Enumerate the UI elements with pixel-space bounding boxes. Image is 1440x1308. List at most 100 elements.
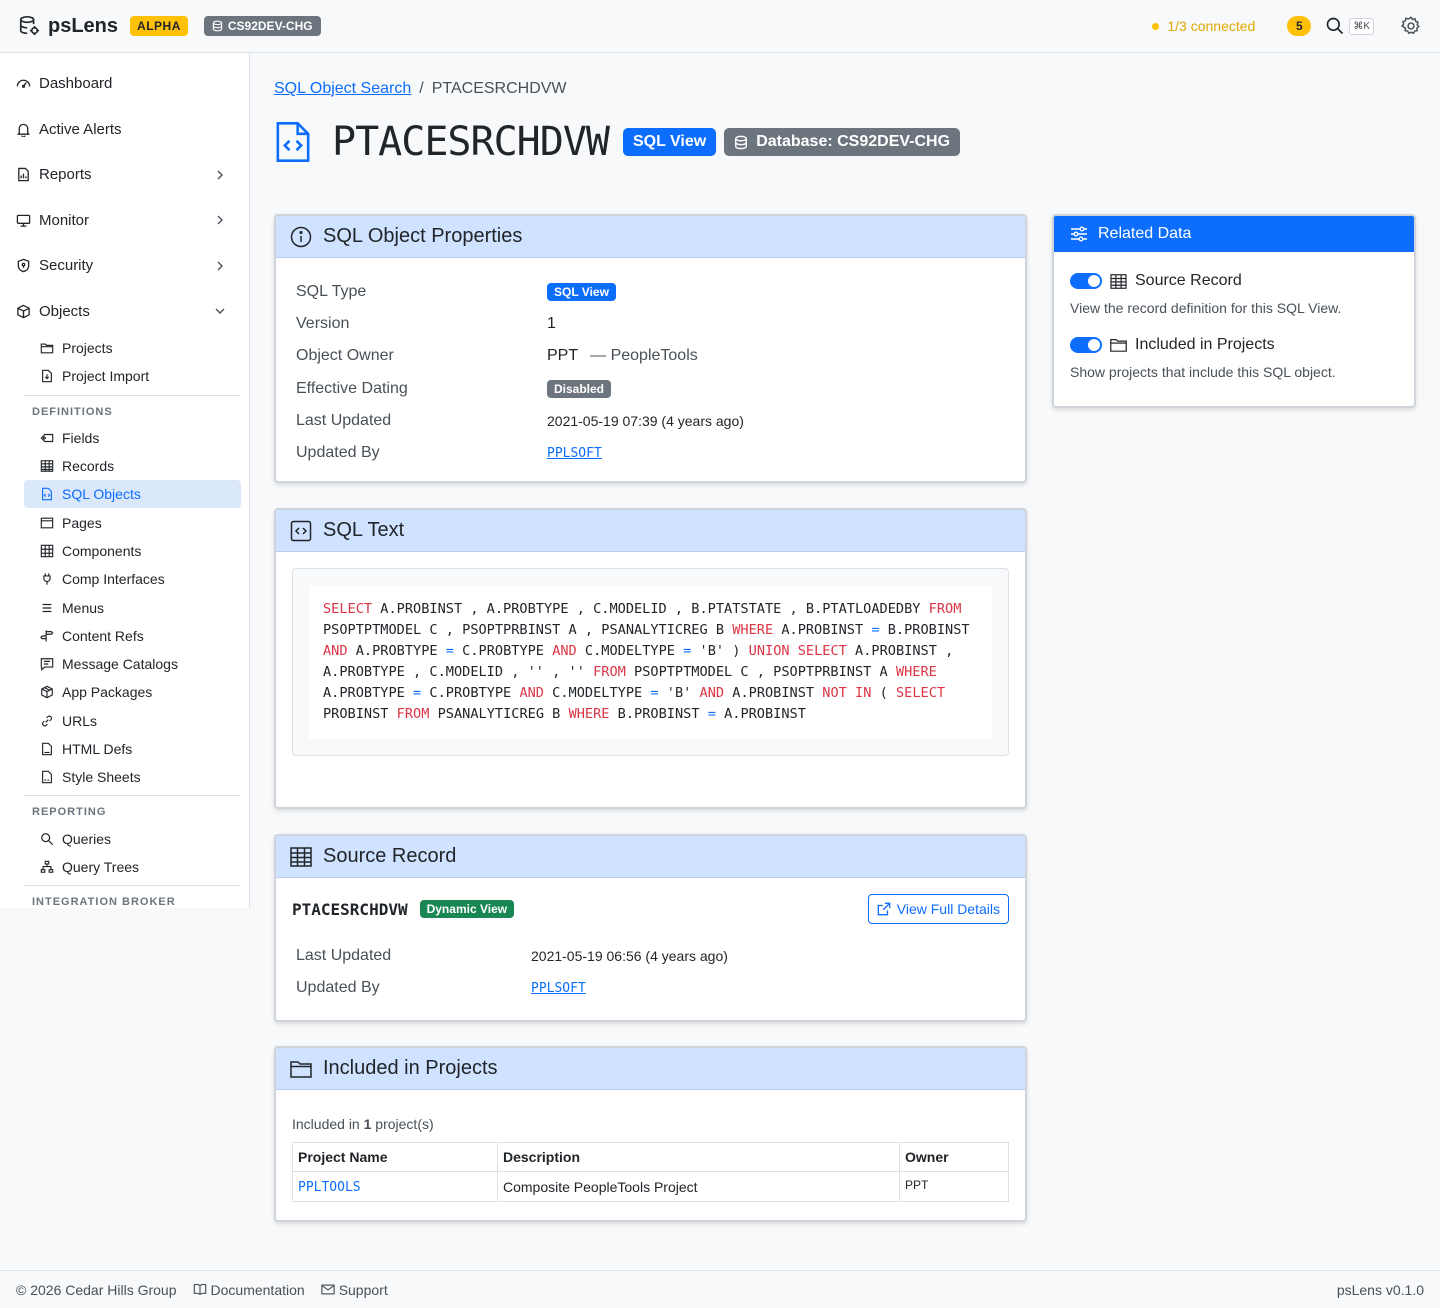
sidebar-item-records[interactable]: Records: [8, 452, 241, 480]
sidebar-item-style-sheets[interactable]: Style Sheets: [8, 763, 241, 791]
copyright: © 2026 Cedar Hills Group: [16, 1281, 177, 1298]
section-heading-integration-broker: INTEGRATION BROKER: [24, 885, 240, 914]
sidebar-item-comp-interfaces[interactable]: Comp Interfaces: [8, 565, 241, 593]
project-link[interactable]: PPLTOOLS: [298, 1180, 361, 1195]
property-label: Updated By: [296, 444, 380, 462]
sql-text-token: [790, 643, 798, 659]
related-item-source-record: Source Record View the record definition…: [1054, 252, 1414, 316]
sidebar-item-app-packages[interactable]: App Packages: [8, 678, 241, 706]
updated-by-link[interactable]: PPLSOFT: [531, 981, 586, 996]
support-link[interactable]: Support: [320, 1282, 388, 1298]
sidebar-item-label: Records: [62, 458, 115, 475]
sidebar-item-sql-objects[interactable]: SQL Objects: [24, 480, 241, 509]
file-css-icon: [42, 771, 52, 784]
breadcrumb: SQL Object Search / PTACESRCHDVW: [274, 80, 567, 98]
database-icon: [212, 20, 223, 32]
sidebar-item-html-defs[interactable]: HTML Defs: [8, 735, 241, 763]
sidebar-item-fields[interactable]: Fields: [8, 424, 241, 452]
connection-text: 1/3 connected: [1167, 18, 1256, 34]
notification-count-badge[interactable]: 5: [1287, 16, 1312, 36]
folder-icon: [40, 343, 54, 354]
sql-text-token: B.PROBINST: [609, 706, 708, 722]
search-button[interactable]: ⌘K: [1325, 16, 1374, 36]
sidebar-item-active-alerts[interactable]: Active Alerts: [8, 107, 241, 153]
tree-icon: [40, 860, 54, 873]
file-code-icon: [42, 488, 52, 501]
updated-by-link[interactable]: PPLSOFT: [547, 446, 602, 461]
sidebar-item-label: Message Catalogs: [62, 656, 178, 673]
sql-text-token: A.PROBTYPE: [323, 685, 414, 701]
sidebar-item-menus[interactable]: Menus: [8, 593, 241, 621]
sql-text-token: A.PROBINST: [724, 685, 823, 701]
button-label: View Full Details: [896, 901, 1000, 917]
chevron-down-icon: [215, 308, 225, 315]
sidebar-item-query-trees[interactable]: Query Trees: [8, 853, 241, 881]
bell-icon: [17, 123, 30, 137]
connection-status[interactable]: 1/3 connected: [1152, 18, 1255, 34]
table-icon: [1110, 273, 1127, 289]
main-content: SQL Object Search / PTACESRCHDVW PTACESR…: [250, 53, 1440, 1270]
brand[interactable]: psLens ALPHA: [18, 15, 188, 38]
sql-code-block: SELECT A.PROBINST , A.PROBTYPE , C.MODEL…: [309, 585, 992, 739]
sql-keyword: AND: [552, 643, 577, 659]
sql-text-token: B.PROBINST: [879, 622, 970, 638]
book-icon: [193, 1283, 206, 1296]
folder-icon: [1110, 338, 1127, 352]
database-badge[interactable]: CS92DEV-CHG: [203, 16, 321, 36]
sidebar-item-label: Comp Interfaces: [62, 571, 165, 588]
sql-keyword: IN: [855, 685, 872, 701]
section-heading-reporting: REPORTING: [24, 795, 240, 824]
file-code-icon: [276, 122, 310, 162]
sidebar-item-queries[interactable]: Queries: [8, 824, 241, 852]
source-record-toggle[interactable]: [1070, 273, 1102, 289]
property-value: PPT: [547, 347, 579, 365]
card-title: SQL Text: [323, 519, 405, 541]
sql-text-token: PSOPTPTMODEL C , PSOPTPRBINST A: [625, 664, 896, 680]
included-in-projects-toggle[interactable]: [1070, 337, 1102, 353]
sidebar-item-security[interactable]: Security: [8, 243, 241, 289]
sql-text-token: [847, 685, 855, 701]
sql-text-token: PSANALYTICREG B: [429, 706, 569, 722]
documentation-link[interactable]: Documentation: [193, 1282, 305, 1298]
sql-operator: =: [650, 685, 659, 701]
property-label: Last Updated: [296, 947, 392, 965]
sql-text-token: PROBINST: [323, 706, 397, 722]
sidebar-item-projects[interactable]: Projects: [8, 334, 241, 362]
sidebar-item-dashboard[interactable]: Dashboard: [8, 61, 241, 107]
sidebar-item-monitor[interactable]: Monitor: [8, 198, 241, 244]
sidebar-item-label: Dashboard: [39, 75, 113, 93]
projects-summary: Included in 1 project(s): [292, 1116, 1009, 1132]
gear-icon[interactable]: [1400, 15, 1422, 37]
sidebar-item-label: Project Import: [62, 368, 150, 385]
column-header-project-name[interactable]: Project Name: [292, 1142, 498, 1172]
tag-icon: [40, 433, 54, 442]
shortcut-hint: ⌘K: [1349, 17, 1374, 35]
view-full-details-button[interactable]: View Full Details: [867, 894, 1009, 924]
sidebar-item-project-import[interactable]: Project Import: [8, 362, 241, 390]
column-header-owner[interactable]: Owner: [899, 1142, 1009, 1172]
sliders-icon: [1071, 226, 1087, 242]
box-icon: [17, 304, 30, 319]
file-html-icon: [42, 742, 52, 756]
sidebar-item-label: App Packages: [62, 684, 153, 701]
sidebar-item-content-refs[interactable]: Content Refs: [8, 622, 241, 650]
sidebar-item-message-catalogs[interactable]: Message Catalogs: [8, 650, 241, 678]
property-object-owner: Object Owner PPT — PeopleTools: [296, 340, 1005, 372]
sidebar-item-components[interactable]: Components: [8, 537, 241, 565]
breadcrumb-separator: /: [419, 80, 424, 97]
sql-keyword: UNION: [748, 643, 790, 659]
page-title: PTACESRCHDVW: [332, 119, 610, 165]
column-header-description[interactable]: Description: [497, 1142, 900, 1172]
sidebar-item-urls[interactable]: URLs: [8, 707, 241, 735]
property-label: Effective Dating: [296, 379, 408, 397]
database-badge-label: Database: CS92DEV-CHG: [756, 133, 951, 150]
source-record-name: PTACESRCHDVW: [292, 899, 408, 919]
sidebar-item-reports[interactable]: Reports: [8, 152, 241, 198]
card-title: Source Record: [323, 845, 457, 867]
project-description: Composite PeopleTools Project: [497, 1171, 900, 1202]
sidebar-item-pages[interactable]: Pages: [8, 508, 241, 536]
chevron-right-icon: [217, 170, 223, 180]
breadcrumb-link-sql-object-search[interactable]: SQL Object Search: [274, 80, 411, 98]
table-header-row: Project Name Description Owner: [292, 1142, 1009, 1172]
sidebar-item-objects[interactable]: Objects: [8, 289, 241, 335]
